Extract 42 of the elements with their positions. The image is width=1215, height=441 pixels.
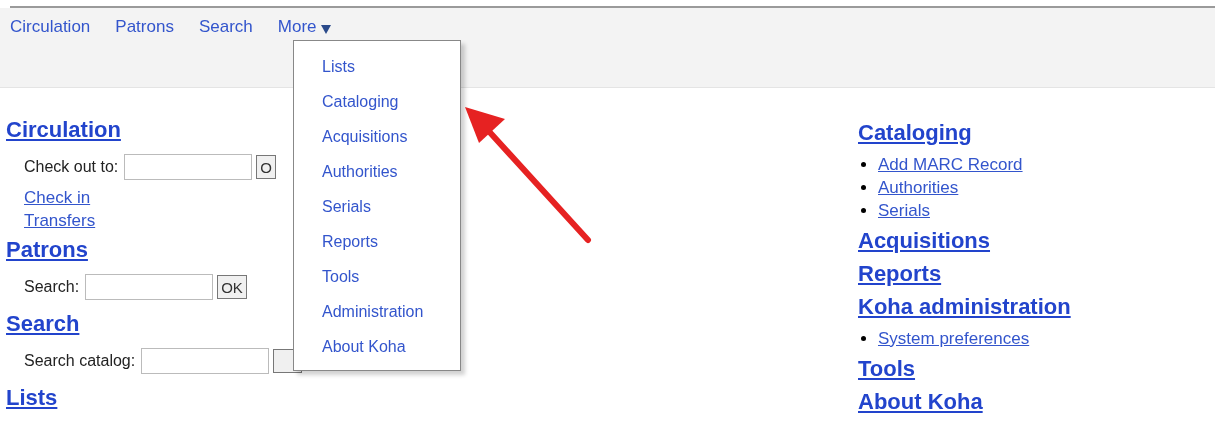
bullet-icon	[861, 208, 866, 213]
link[interactable]: Check in	[24, 186, 91, 209]
section-heading[interactable]: Search	[6, 310, 80, 338]
bullet-icon	[861, 336, 866, 341]
menu-item[interactable]: Lists	[322, 49, 355, 84]
section-heading[interactable]: Cataloging	[858, 119, 972, 147]
bullet-icon	[861, 162, 866, 167]
section-heading[interactable]: Lists	[6, 384, 58, 412]
section-heading[interactable]: Acquisitions	[858, 227, 990, 255]
section-heading[interactable]: Circulation	[6, 116, 121, 144]
menu-item[interactable]: Authorities	[322, 154, 398, 189]
bullet-icon	[861, 185, 866, 190]
nav-link[interactable]: Search	[198, 16, 253, 38]
menu-item[interactable]: About Koha	[322, 329, 406, 364]
field-label: Search catalog:	[24, 352, 136, 370]
more-menu-link[interactable]: More	[277, 16, 331, 38]
caret-icon	[320, 24, 331, 34]
field-label: Search:	[24, 278, 80, 296]
section-heading[interactable]: Tools	[858, 355, 916, 383]
section-heading[interactable]: Patrons	[6, 236, 88, 264]
link[interactable]: System preferences	[878, 328, 1030, 349]
link[interactable]: Transfers	[24, 209, 96, 232]
section-heading[interactable]: Reports	[858, 260, 942, 288]
nav-link[interactable]: Patrons	[115, 16, 174, 38]
menu-item[interactable]: Reports	[322, 224, 379, 259]
input-field[interactable]	[85, 274, 214, 300]
menu-item[interactable]: Cataloging	[322, 84, 399, 119]
section-heading[interactable]: Koha administration	[858, 293, 1071, 321]
field-label: Check out to:	[24, 158, 119, 176]
menu-item[interactable]: Tools	[322, 259, 360, 294]
section-heading[interactable]: About Koha	[858, 388, 983, 416]
ok-button[interactable]: O	[256, 155, 276, 179]
nav-link[interactable]: Circulation	[10, 16, 91, 38]
menu-item[interactable]: Acquisitions	[322, 119, 408, 154]
input-field[interactable]	[141, 348, 270, 374]
link[interactable]: Add MARC Record	[878, 154, 1023, 175]
ok-button[interactable]: OK	[217, 275, 247, 299]
input-field[interactable]	[124, 154, 253, 180]
link[interactable]: Authorities	[878, 177, 959, 198]
menu-item[interactable]: Administration	[322, 294, 424, 329]
link[interactable]: Serials	[878, 200, 930, 221]
menu-item[interactable]: Serials	[322, 189, 371, 224]
